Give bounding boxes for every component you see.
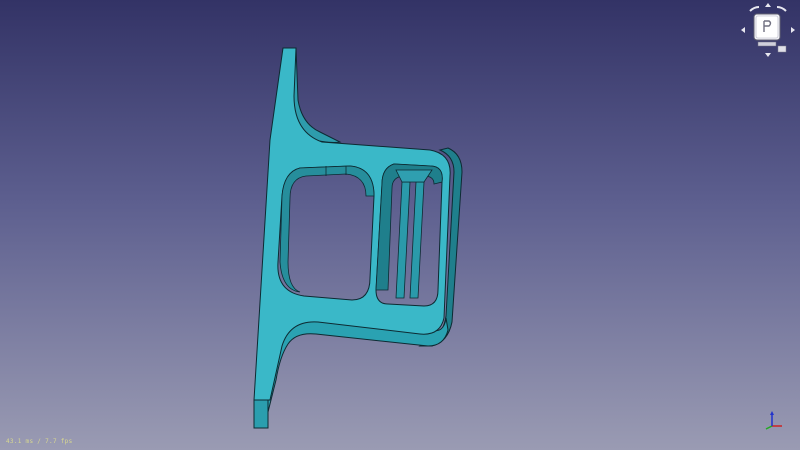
- slot-rail-left: [395, 181, 411, 299]
- rotate-left-icon[interactable]: [741, 27, 745, 33]
- part-foot-face: [253, 399, 269, 429]
- navcube-front-face-icon[interactable]: [753, 13, 781, 41]
- 3d-viewport[interactable]: 43.1 ms / 7.7 fps: [0, 0, 800, 450]
- navcube-menu-icon[interactable]: [777, 45, 787, 53]
- navigation-cube[interactable]: [738, 2, 798, 62]
- rotate-cw-icon[interactable]: [776, 6, 787, 12]
- slot-rail-right: [409, 181, 425, 299]
- left-pocket-inner-wall: [279, 165, 375, 293]
- rotate-up-icon[interactable]: [765, 3, 771, 7]
- slot-top-chamfer: [395, 169, 433, 183]
- rotate-ccw-icon[interactable]: [749, 6, 760, 12]
- rotate-right-icon[interactable]: [791, 27, 795, 33]
- fps-readout: 43.1 ms / 7.7 fps: [6, 438, 73, 445]
- rotate-down-icon[interactable]: [765, 53, 771, 57]
- axis-cross-icon: [765, 411, 782, 430]
- extruded-bracket-part[interactable]: [0, 0, 800, 450]
